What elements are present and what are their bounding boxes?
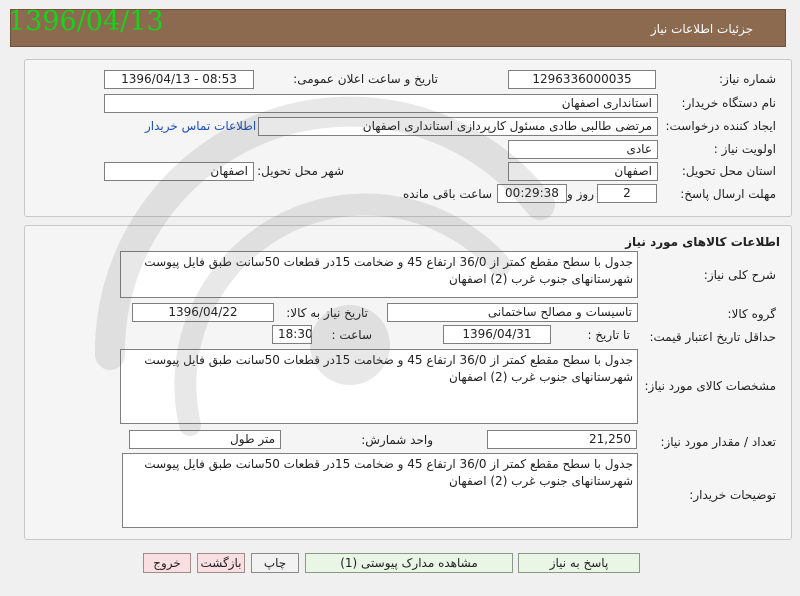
- need-number-label: شماره نیاز:: [719, 72, 776, 86]
- specs-label: مشخصات کالای مورد نیاز:: [644, 379, 776, 393]
- view-attachments-button[interactable]: مشاهده مدارک پیوستی (1): [305, 553, 513, 573]
- need-date-label: تاریخ نیاز به کالا:: [286, 306, 368, 320]
- deadline-label: مهلت ارسال پاسخ:: [680, 187, 776, 201]
- goods-group-field: تاسیسات و مصالح ساختمانی: [387, 303, 638, 322]
- priority-field: عادی: [508, 140, 658, 159]
- exit-button[interactable]: خروج: [143, 553, 191, 573]
- city-field: اصفهان: [104, 162, 254, 181]
- need-number-field: 1296336000035: [508, 70, 656, 89]
- unit-label: واحد شمارش:: [361, 433, 433, 447]
- announce-datetime-label: تاریخ و ساعت اعلان عمومی:: [293, 72, 438, 86]
- priority-label: اولویت نیاز :: [713, 142, 776, 156]
- validity-time-label: ساعت :: [331, 328, 372, 342]
- city-label: شهر محل تحویل:: [257, 164, 344, 178]
- page-title: جزئیات اطلاعات نیاز: [650, 22, 753, 36]
- deadline-days-field: 2: [597, 184, 657, 203]
- buyer-org-label: نام دستگاه خریدار:: [681, 96, 777, 110]
- summary-textarea: جدول با سطح مقطع کمتر از 36/0 ارتفاع 45 …: [120, 251, 638, 298]
- buyer-notes-textarea: جدول با سطح مقطع کمتر از 36/0 ارتفاع 45 …: [122, 453, 638, 528]
- deadline-time-suffix: ساعت باقی مانده: [402, 187, 492, 201]
- quantity-field: 21,250: [487, 430, 637, 449]
- back-button[interactable]: بازگشت: [197, 553, 245, 573]
- validity-date-field: 1396/04/31: [443, 325, 551, 344]
- deadline-time-field: 00:29:38: [497, 184, 567, 203]
- quantity-label: تعداد / مقدار مورد نیاز:: [660, 435, 776, 449]
- province-field: اصفهان: [508, 162, 658, 181]
- deadline-days-and: روز و: [567, 187, 594, 201]
- price-validity-label: حداقل تاریخ اعتبار قیمت:: [649, 330, 776, 344]
- goods-group-label: گروه کالا:: [727, 307, 777, 321]
- goods-section-title: اطلاعات کالاهای مورد نیاز: [625, 235, 780, 249]
- print-button[interactable]: چاپ: [251, 553, 299, 573]
- requester-field: مرتضی طالبی طادی مسئول کارپردازی استاندا…: [258, 117, 658, 136]
- buyer-contact-link[interactable]: اطلاعات تماس خریدار: [145, 119, 256, 133]
- requester-label: ایجاد کننده درخواست:: [665, 119, 776, 133]
- validity-time-field: 18:30: [272, 325, 312, 344]
- buyer-notes-label: توضیحات خریدار:: [689, 488, 776, 502]
- buyer-org-field: استانداری اصفهان: [104, 94, 658, 113]
- date-stamp: 1396/04/13: [8, 6, 164, 37]
- announce-datetime-field: 1396/04/13 - 08:53: [104, 70, 254, 89]
- specs-textarea: جدول با سطح مقطع کمتر از 36/0 ارتفاع 45 …: [120, 349, 638, 424]
- reply-button[interactable]: پاسخ به نیاز: [518, 553, 640, 573]
- province-label: استان محل تحویل:: [681, 164, 776, 178]
- summary-label: شرح کلی نیاز:: [703, 268, 776, 282]
- need-date-field: 1396/04/22: [132, 303, 274, 322]
- unit-field: متر طول: [129, 430, 281, 449]
- validity-until-label: تا تاریخ :: [587, 328, 630, 342]
